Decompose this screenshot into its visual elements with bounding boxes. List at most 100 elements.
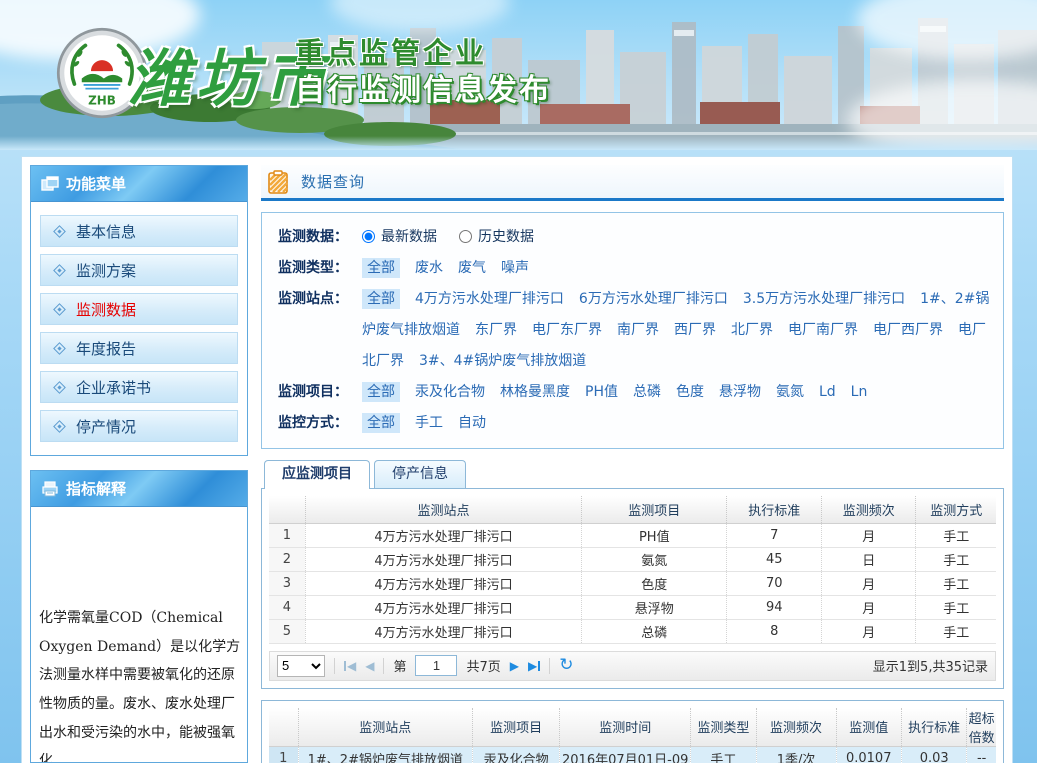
sidebar-item[interactable]: 停产情况 — [40, 410, 238, 442]
indicator-explain-title: 指标解释 — [66, 478, 126, 499]
table-cell: 手工 — [916, 571, 996, 595]
compass-diamond-icon — [53, 420, 66, 433]
filter-panel: 监测数据： 最新数据历史数据 监测类型： 全部废水废气噪声 监测站点： 全部4万… — [261, 212, 1004, 449]
filter-row-mode: 监控方式： 全部手工自动 — [278, 408, 991, 439]
filter-option[interactable]: 手工 — [415, 415, 443, 431]
filter-option[interactable]: 3#、4#锅炉废气排放烟道 — [419, 353, 586, 369]
filter-option[interactable]: Ln — [851, 384, 868, 400]
table-cell: 1 — [269, 523, 305, 547]
filter-options: 全部4万方污水处理厂排污口6万方污水处理厂排污口3.5万方污水处理厂排污口1#、… — [362, 284, 991, 377]
table-cell: 4万方污水处理厂排污口 — [305, 523, 581, 547]
site-subtitle: 重点监管企业 自行监测信息发布 — [295, 36, 551, 109]
filter-option[interactable]: 电厂西厂界 — [873, 322, 943, 338]
next-page-button[interactable]: ▶ — [510, 659, 519, 673]
filter-option[interactable]: 全部 — [362, 382, 400, 402]
radio-input[interactable] — [362, 230, 375, 243]
monitor-data-table: 监测站点监测项目监测时间监测类型监测频次监测值执行标准超标倍数11#、2#锅炉废… — [269, 708, 996, 763]
last-page-button[interactable]: ▶ — [528, 659, 540, 673]
tab[interactable]: 停产信息 — [374, 460, 466, 488]
column-header: 监测项目 — [582, 496, 727, 523]
filter-option[interactable]: PH值 — [585, 384, 618, 400]
table-cell: 月 — [821, 595, 916, 619]
compass-diamond-icon — [53, 225, 66, 238]
table-cell: 2016年07月01日-09 — [560, 746, 691, 763]
table-row[interactable]: 14万方污水处理厂排污口PH值7月手工 — [269, 523, 996, 547]
filter-option[interactable]: 北厂界 — [731, 322, 773, 338]
filter-option[interactable]: 全部 — [362, 413, 400, 433]
table-cell: 1#、2#锅炉废气排放烟道 — [298, 746, 472, 763]
table-row[interactable]: 11#、2#锅炉废气排放烟道汞及化合物2016年07月01日-09手工1季/次0… — [269, 746, 996, 763]
divider — [383, 658, 384, 674]
filter-option[interactable]: 3.5万方污水处理厂排污口 — [743, 291, 905, 307]
radio-option[interactable]: 最新数据 — [362, 229, 437, 245]
windows-icon — [41, 176, 59, 192]
sidebar: 功能菜单 基本信息监测方案监测数据年度报告企业承诺书停产情况 指标解释 化学需氧… — [30, 165, 248, 763]
table-cell: 色度 — [582, 571, 727, 595]
filter-option[interactable]: Ld — [819, 384, 836, 400]
monitor-items-panel: 监测站点监测项目执行标准监测频次监测方式14万方污水处理厂排污口PH值7月手工2… — [261, 488, 1004, 689]
refresh-icon[interactable]: ↻ — [559, 657, 573, 674]
main-content: 数据查询 监测数据： 最新数据历史数据 监测类型： 全部废水废气噪声 监测站点：… — [261, 165, 1004, 763]
filter-row-type: 监测类型： 全部废水废气噪声 — [278, 253, 991, 284]
table-row[interactable]: 44万方污水处理厂排污口悬浮物94月手工 — [269, 595, 996, 619]
radio-option[interactable]: 历史数据 — [459, 229, 534, 245]
column-header: 监测项目 — [473, 708, 560, 747]
filter-option[interactable]: 电厂东厂界 — [532, 322, 602, 338]
filter-option[interactable]: 林格曼黑度 — [500, 384, 570, 400]
svg-text:ZHB: ZHB — [88, 93, 116, 107]
table-cell: 4万方污水处理厂排污口 — [305, 619, 581, 643]
table-row[interactable]: 54万方污水处理厂排污口总磷8月手工 — [269, 619, 996, 643]
table-cell: 4 — [269, 595, 305, 619]
table-row[interactable]: 34万方污水处理厂排污口色度70月手工 — [269, 571, 996, 595]
table-row[interactable]: 24万方污水处理厂排污口氨氮45日手工 — [269, 547, 996, 571]
filter-option[interactable]: 总磷 — [633, 384, 661, 400]
filter-option[interactable]: 噪声 — [501, 260, 529, 276]
filter-option[interactable]: 南厂界 — [617, 322, 659, 338]
compass-diamond-icon — [53, 303, 66, 316]
table-cell: 总磷 — [582, 619, 727, 643]
column-header: 执行标准 — [727, 496, 822, 523]
first-page-button[interactable]: ◀ — [344, 659, 356, 673]
filter-option[interactable]: 废水 — [415, 260, 443, 276]
sidebar-item-label: 监测方案 — [76, 260, 136, 281]
filter-option[interactable]: 东厂界 — [475, 322, 517, 338]
tab[interactable]: 应监测项目 — [264, 460, 370, 489]
filter-option[interactable]: 全部 — [362, 258, 400, 278]
filter-option[interactable]: 西厂界 — [674, 322, 716, 338]
filter-option[interactable]: 自动 — [458, 415, 486, 431]
divider — [549, 658, 550, 674]
site-subtitle-line1: 重点监管企业 — [295, 36, 551, 71]
sidebar-item[interactable]: 企业承诺书 — [40, 371, 238, 403]
table-cell: 手工 — [691, 746, 756, 763]
page-size-select[interactable]: 5 — [277, 655, 325, 677]
table-cell: 1季/次 — [756, 746, 836, 763]
filter-option[interactable]: 氨氮 — [776, 384, 804, 400]
prev-page-button[interactable]: ◀ — [365, 659, 374, 673]
filter-option[interactable]: 废气 — [458, 260, 486, 276]
page-number-input[interactable] — [415, 655, 457, 676]
column-header: 监测频次 — [821, 496, 916, 523]
site-subtitle-line2: 自行监测信息发布 — [295, 73, 551, 109]
pagination-bar: 5 ◀ ◀ 第 共7页 ▶ ▶ ↻ 显示1到5,共35记录 — [269, 651, 996, 681]
column-header: 执行标准 — [901, 708, 966, 747]
tab-strip: 应监测项目停产信息 — [261, 460, 1004, 489]
table-cell: 悬浮物 — [582, 595, 727, 619]
sidebar-item[interactable]: 监测数据 — [40, 293, 238, 325]
filter-option[interactable]: 电厂南厂界 — [788, 322, 858, 338]
filter-option[interactable]: 色度 — [676, 384, 704, 400]
section-title: 数据查询 — [301, 171, 365, 192]
filter-option[interactable]: 6万方污水处理厂排污口 — [579, 291, 728, 307]
sidebar-item[interactable]: 监测方案 — [40, 254, 238, 286]
filter-option[interactable]: 汞及化合物 — [415, 384, 485, 400]
table-cell: 手工 — [916, 619, 996, 643]
filter-option[interactable]: 全部 — [362, 289, 400, 309]
monitor-data-panel: 监测站点监测项目监测时间监测类型监测频次监测值执行标准超标倍数11#、2#锅炉废… — [261, 700, 1004, 763]
sidebar-item[interactable]: 基本信息 — [40, 215, 238, 247]
sidebar-item[interactable]: 年度报告 — [40, 332, 238, 364]
table-cell: -- — [967, 746, 996, 763]
page-total-label: 共7页 — [466, 656, 500, 675]
filter-option[interactable]: 4万方污水处理厂排污口 — [415, 291, 564, 307]
filter-label: 监测项目： — [278, 377, 362, 408]
radio-input[interactable] — [459, 230, 472, 243]
filter-option[interactable]: 悬浮物 — [719, 384, 761, 400]
